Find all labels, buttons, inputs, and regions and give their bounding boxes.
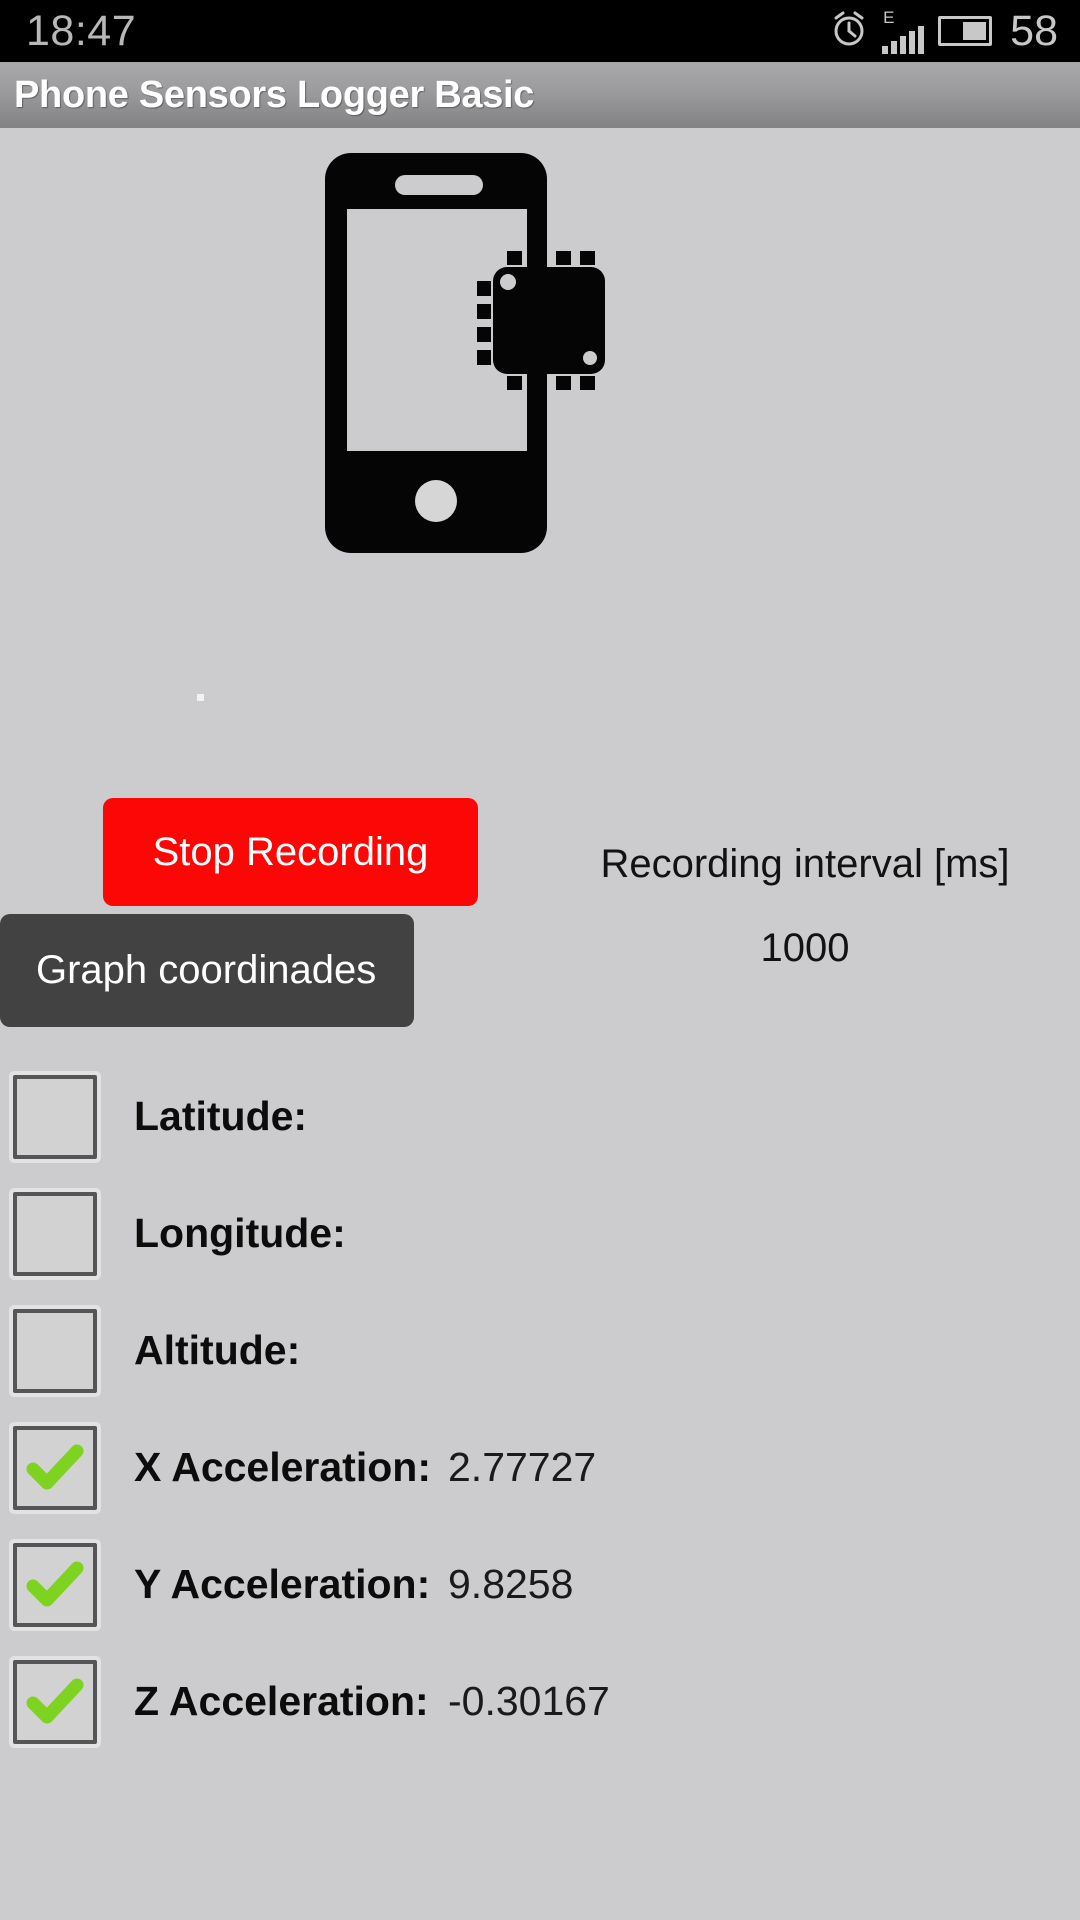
sensor-row: X Acceleration: 2.77727 xyxy=(0,1409,1080,1526)
checkmark-icon xyxy=(25,1555,85,1615)
sensor-row: Z Acceleration: -0.30167 xyxy=(0,1643,1080,1760)
sensor-label: Z Acceleration: xyxy=(134,1678,429,1724)
sensor-checkbox[interactable] xyxy=(13,1542,97,1627)
sensor-row: Longitude: xyxy=(0,1175,1080,1292)
checkmark-icon xyxy=(25,1438,85,1498)
sensor-checkbox[interactable] xyxy=(13,1659,97,1744)
sensor-list: Latitude: Longitude: Altitude: X Accelerati… xyxy=(0,1058,1080,1760)
signal-bar-5 xyxy=(918,25,925,54)
signal-bar-3 xyxy=(900,35,907,54)
sensor-checkbox[interactable] xyxy=(13,1308,97,1393)
alarm-clock-icon xyxy=(830,10,868,53)
sensor-value: 2.77727 xyxy=(448,1444,597,1490)
recording-interval-label: Recording interval [ms] xyxy=(600,842,1010,886)
signal-bar-2 xyxy=(891,40,898,54)
sensor-row: Altitude: xyxy=(0,1292,1080,1409)
battery-icon xyxy=(938,16,993,46)
sensor-label: Longitude: xyxy=(134,1210,346,1256)
battery-fill xyxy=(962,22,987,40)
sensor-row: Y Acceleration: 9.8258 xyxy=(0,1526,1080,1643)
sensor-label: Latitude: xyxy=(134,1093,308,1139)
sensor-value: -0.30167 xyxy=(448,1678,610,1724)
signal-bar-4 xyxy=(909,30,916,54)
checkmark-icon xyxy=(25,1672,85,1732)
sensor-checkbox[interactable] xyxy=(13,1191,97,1276)
battery-percentage: 58 xyxy=(1010,6,1058,55)
phone-with-sensor-chip-icon xyxy=(325,153,621,571)
sensor-value: 9.8258 xyxy=(448,1561,574,1607)
stop-recording-button[interactable]: Stop Recording xyxy=(103,798,478,906)
main-content: Stop Recording Recording interval [ms] 1… xyxy=(0,128,1080,1920)
status-bar-clock: 18:47 xyxy=(26,6,137,55)
page-title: Phone Sensors Logger Basic xyxy=(14,73,535,116)
signal-bars-icon: E xyxy=(882,7,925,54)
recording-interval-value: 1000 xyxy=(760,926,850,970)
signal-bar-1 xyxy=(882,45,889,54)
sensor-label: Y Acceleration: xyxy=(134,1561,431,1607)
sensor-label: X Acceleration: xyxy=(134,1444,431,1490)
render-artifact xyxy=(197,694,204,701)
sensor-checkbox[interactable] xyxy=(13,1074,97,1159)
android-status-bar: 18:47 E 58 xyxy=(0,0,1080,62)
network-type-label: E xyxy=(883,7,895,27)
status-bar-icon-group: E 58 xyxy=(830,9,1058,54)
graph-coordinates-button[interactable]: Graph coordinades xyxy=(0,914,414,1027)
sensor-row: Latitude: xyxy=(0,1058,1080,1175)
app-title-bar: Phone Sensors Logger Basic xyxy=(0,62,1080,128)
sensor-checkbox[interactable] xyxy=(13,1425,97,1510)
sensor-label: Altitude: xyxy=(134,1327,301,1373)
